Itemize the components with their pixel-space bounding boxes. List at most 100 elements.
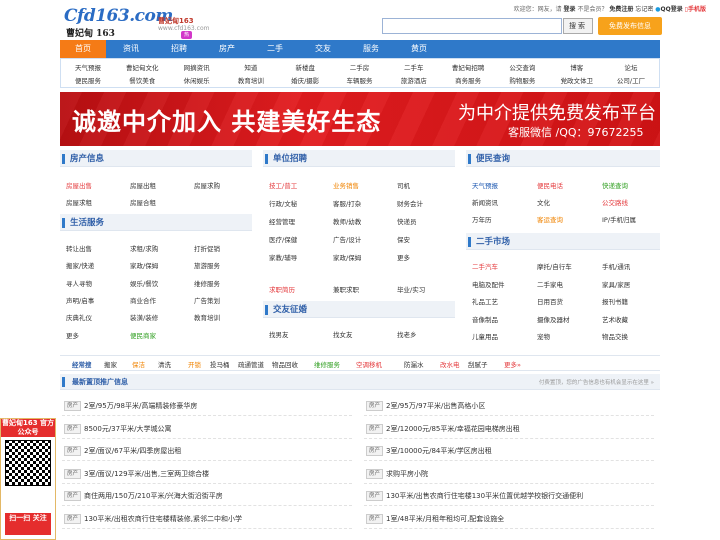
subnav-link[interactable]: 公司/工厂 xyxy=(604,75,658,85)
grid-link[interactable]: 手机/通讯 xyxy=(602,261,630,271)
grid-link[interactable]: 电脑及配件 xyxy=(472,279,505,289)
search-tag[interactable]: 改水电 xyxy=(440,359,460,369)
listing-text[interactable]: 130平米/出租农商行住宅楼精装修,紧邻二中和小学 xyxy=(84,514,242,524)
grid-link[interactable]: 二手汽车 xyxy=(472,261,498,271)
grid-link[interactable]: 报刊书籍 xyxy=(602,296,628,306)
listing-row[interactable]: 房产 3室/面议/129平米/出售,三室两卫综合楼 xyxy=(62,464,352,484)
search-tag[interactable]: 空调移机 xyxy=(356,359,382,369)
subnav-link[interactable]: 旅游酒店 xyxy=(387,75,441,85)
listing-row[interactable]: 房产 8500元/37平米/大学城公寓 xyxy=(62,419,352,439)
grid-link[interactable]: 娱乐/餐饮 xyxy=(130,278,158,288)
search-tag[interactable]: 搬家 xyxy=(104,359,117,369)
subnav-link[interactable]: 车辆服务 xyxy=(333,75,387,85)
listing-row[interactable]: 房产 1室/48平米/月租年租均可,配套设施全 xyxy=(364,509,654,529)
seek-link[interactable]: 求职简历 xyxy=(269,284,295,294)
listing-text[interactable]: 2室/95万/98平米/高端精装修豪华房 xyxy=(84,401,197,411)
nav-item[interactable]: 交友 xyxy=(300,40,346,58)
nav-item[interactable]: 招聘 xyxy=(156,40,202,58)
listing-text[interactable]: 求购平房小院 xyxy=(386,469,428,479)
grid-link[interactable]: 万年历 xyxy=(472,214,492,224)
ad-banner[interactable]: 诚邀中介加入 共建美好生态 为中介提供免费发布平台 客服微信 /QQ：97672… xyxy=(60,92,660,146)
subnav-link[interactable]: 曹妃甸招聘 xyxy=(441,62,495,72)
nav-item[interactable]: 黄页 xyxy=(396,40,442,58)
grid-link[interactable]: 宠物 xyxy=(537,331,550,341)
grid-link[interactable]: 便民商家 xyxy=(130,330,156,340)
grid-link[interactable]: 教育培训 xyxy=(194,312,220,322)
grid-link[interactable]: 公交路线 xyxy=(602,197,628,207)
subnav-link[interactable]: 二手房 xyxy=(333,62,387,72)
subnav-link[interactable]: 天气预报 xyxy=(61,62,115,72)
grid-link[interactable]: 维修服务 xyxy=(194,278,220,288)
grid-link[interactable]: 日用百货 xyxy=(537,296,563,306)
subnav-link[interactable]: 知道 xyxy=(224,62,278,72)
dating-link[interactable]: 找女友 xyxy=(333,329,353,339)
nav-item[interactable]: 服务 xyxy=(348,40,394,58)
subnav-link[interactable]: 曹妃甸文化 xyxy=(115,62,169,72)
grid-link[interactable]: 广告/设计 xyxy=(333,234,361,244)
search-tag[interactable]: 开锁 xyxy=(188,359,201,369)
grid-link[interactable]: 儿童用品 xyxy=(472,331,498,341)
grid-link[interactable]: IP/手机归属 xyxy=(602,214,636,224)
grid-link[interactable]: 广告策划 xyxy=(194,295,220,305)
grid-link[interactable]: 便民电话 xyxy=(537,180,563,190)
grid-link[interactable]: 更多 xyxy=(66,330,79,340)
grid-link[interactable]: 寻人寻物 xyxy=(66,278,92,288)
wechat-float[interactable]: 曹妃甸163 官方公众号 扫一扫 关注 xyxy=(0,418,56,540)
listing-text[interactable]: 2室/面议/67平米/四季房屋出租 xyxy=(84,446,181,456)
subnav-link[interactable]: 党政文体卫 xyxy=(550,75,604,85)
listing-row[interactable]: 房产 2室/面议/67平米/四季房屋出租 xyxy=(62,441,352,461)
grid-link[interactable]: 客服/打杂 xyxy=(333,198,361,208)
subnav-link[interactable]: 休闲娱乐 xyxy=(170,75,224,85)
grid-link[interactable]: 二手家电 xyxy=(537,279,563,289)
subnav-link[interactable]: 教育培训 xyxy=(224,75,278,85)
grid-link[interactable]: 摄像及器材 xyxy=(537,314,570,324)
subnav-link[interactable]: 餐饮美食 xyxy=(115,75,169,85)
listing-text[interactable]: 商住两用/150万/210平米/兴海大街沿街平房 xyxy=(84,491,223,501)
grid-link[interactable]: 房屋求租 xyxy=(66,197,92,207)
subnav-link[interactable]: 二手车 xyxy=(387,62,441,72)
grid-link[interactable]: 庆典礼仪 xyxy=(66,312,92,322)
grid-link[interactable]: 艺术收藏 xyxy=(602,314,628,324)
listing-row[interactable]: 房产 130平米/出租农商行住宅楼精装修,紧邻二中和小学 xyxy=(62,509,352,529)
search-tag[interactable]: 更多» xyxy=(504,359,521,369)
grid-link[interactable]: 更多 xyxy=(397,252,410,262)
grid-link[interactable]: 客运查询 xyxy=(537,214,563,224)
listing-row[interactable]: 房产 130平米/出售农商行住宅楼130平米位置优越学校银行交通便利 xyxy=(364,486,654,506)
grid-link[interactable]: 医疗/保健 xyxy=(269,234,297,244)
grid-link[interactable]: 教师/幼教 xyxy=(333,216,361,226)
grid-link[interactable]: 业务销售 xyxy=(333,180,359,190)
grid-link[interactable]: 司机 xyxy=(397,180,410,190)
search-tag[interactable]: 疏通管道 xyxy=(238,359,264,369)
search-tag[interactable]: 防漏水 xyxy=(404,359,424,369)
grid-link[interactable]: 求租/求购 xyxy=(130,243,158,253)
grid-link[interactable]: 搬家/快递 xyxy=(66,260,94,270)
search-tag[interactable]: 保洁 xyxy=(132,359,145,369)
grid-link[interactable]: 技工/普工 xyxy=(269,180,297,190)
grid-link[interactable]: 房屋出售 xyxy=(66,180,92,190)
grid-link[interactable]: 保安 xyxy=(397,234,410,244)
subnav-link[interactable]: 购物服务 xyxy=(495,75,549,85)
grid-link[interactable]: 旅游服务 xyxy=(194,260,220,270)
grid-link[interactable]: 新闻资讯 xyxy=(472,197,498,207)
listing-row[interactable]: 房产 2室/95万/97平米/出售高格小区 xyxy=(364,396,654,416)
listing-row[interactable]: 房产 商住两用/150万/210平米/兴海大街沿街平房 xyxy=(62,486,352,506)
search-button[interactable]: 搜索 xyxy=(563,18,593,34)
listing-row[interactable]: 房产 2室/12000元/85平米/幸福花园电梯房出租 xyxy=(364,419,654,439)
grid-link[interactable]: 房屋合租 xyxy=(130,197,156,207)
subnav-link[interactable]: 便民服务 xyxy=(61,75,115,85)
grid-link[interactable]: 装潢/装修 xyxy=(130,312,158,322)
subnav-link[interactable]: 新楼盘 xyxy=(278,62,332,72)
site-logo[interactable]: Cfd163.com 曹妃甸 163 xyxy=(64,6,173,39)
subnav-link[interactable]: 网摘资讯 xyxy=(170,62,224,72)
grid-link[interactable]: 财务会计 xyxy=(397,198,423,208)
listing-row[interactable]: 房产 求购平房小院 xyxy=(364,464,654,484)
search-tag[interactable]: 物品回收 xyxy=(272,359,298,369)
search-input[interactable] xyxy=(382,18,562,34)
listing-text[interactable]: 3室/面议/129平米/出售,三室两卫综合楼 xyxy=(84,469,209,479)
grid-link[interactable]: 声明/启事 xyxy=(66,295,94,305)
grid-link[interactable]: 打折促销 xyxy=(194,243,220,253)
subnav-link[interactable]: 婚庆/摄影 xyxy=(278,75,332,85)
grid-link[interactable]: 转让出售 xyxy=(66,243,92,253)
grid-link[interactable]: 经营管理 xyxy=(269,216,295,226)
listing-text[interactable]: 8500元/37平米/大学城公寓 xyxy=(84,424,171,434)
